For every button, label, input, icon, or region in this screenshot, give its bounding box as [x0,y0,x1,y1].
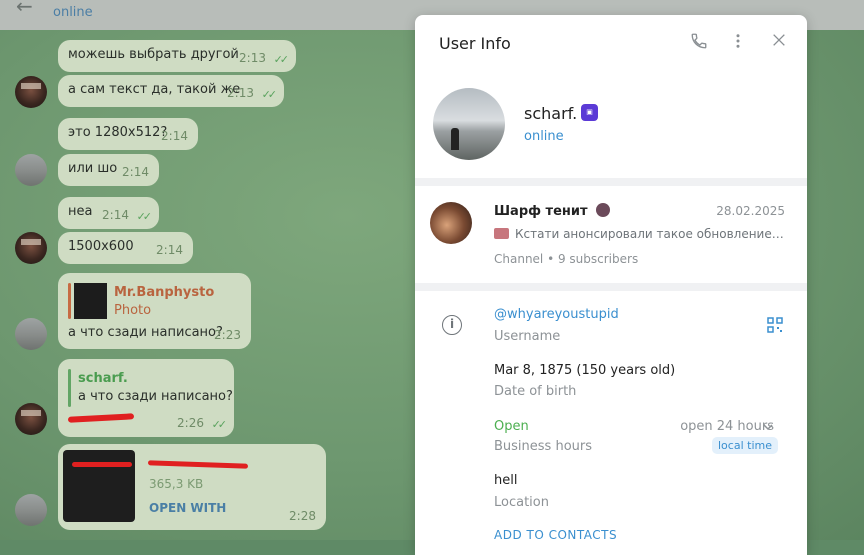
message-time: 2:26 [177,416,204,430]
reply-preview: а что сзади написано? [78,389,233,404]
info-icon: i [442,315,462,335]
chat-header-status: online [53,5,93,20]
read-check-icon: ✓✓ [273,53,290,66]
file-thumbnail[interactable] [63,450,135,522]
local-time-toggle[interactable]: local time [712,437,778,454]
dob-label: Date of birth [494,384,577,399]
avatar[interactable] [15,318,47,350]
channel-preview-text: Кстати анонсировали такое обновление, … [515,227,786,241]
section-divider [415,283,807,291]
redaction-mark [67,413,135,423]
message-bubble[interactable]: Mr.Banphysto Photo а что сзади написано?… [58,273,251,349]
message-bubble[interactable]: это 1280x512? 2:14 [58,118,198,150]
message-text: неа [68,204,93,219]
location-value: hell [494,473,518,488]
redaction-mark [147,460,249,469]
premium-badge-icon[interactable]: ▣ [581,104,598,121]
message-time: 2:14 [161,129,188,143]
read-check-icon: ✓✓ [261,88,278,101]
message-time: 2:14 [122,165,149,179]
qr-code-icon[interactable] [767,317,783,333]
location-label: Location [494,495,549,510]
reply-author: Mr.Banphysto [114,285,215,300]
preview-image-icon [494,228,509,239]
dob-value: Mar 8, 1875 (150 years old) [494,363,676,378]
file-size: 365,3 KB [149,477,204,491]
hours-dropdown-text: open 24 hours [680,419,774,434]
message-time: 2:14 [102,208,129,222]
phone-icon[interactable] [687,32,711,56]
profile-status: online [524,129,564,144]
username-value[interactable]: @whyareyoustupid [494,307,619,322]
profile-avatar[interactable] [433,88,505,160]
reply-photo-thumbnail [74,283,107,319]
message-time: 2:14 [156,243,183,257]
message-text: можешь выбрать другой [68,47,239,62]
message-bubble[interactable]: можешь выбрать другой 2:13 ✓✓ [58,40,296,72]
channel-emoji-icon [596,203,611,217]
reply-preview: Photo [114,303,152,318]
username-label: Username [494,329,561,344]
redaction-mark [72,462,132,467]
back-arrow-icon[interactable]: ← [16,0,33,18]
open-with-button[interactable]: OPEN WITH [149,501,226,515]
read-check-icon: ✓✓ [211,418,228,431]
panel-title: User Info [439,34,511,53]
message-text: это 1280x512? [68,125,168,140]
message-bubble[interactable]: scharf. а что сзади написано? 2:26 ✓✓ [58,359,234,437]
business-hours-value[interactable]: Open [494,419,529,434]
business-hours-label: Business hours [494,439,593,454]
message-bubble[interactable]: а сам текст да, такой же 2:13 ✓✓ [58,75,284,107]
channel-name: Шарф тенит [494,203,611,219]
more-icon[interactable] [726,32,750,56]
channel-preview: Кстати анонсировали такое обновление, … [494,227,786,241]
avatar[interactable] [15,154,47,186]
channel-name-text: Шарф тенит [494,204,588,219]
read-check-icon: ✓✓ [136,210,153,223]
message-text: или шо [68,161,118,176]
reply-author: scharf. [78,371,128,386]
message-bubble[interactable]: неа 2:14 ✓✓ [58,197,159,229]
close-icon[interactable] [767,32,791,56]
message-text: а сам текст да, такой же [68,82,241,97]
avatar[interactable] [15,232,47,264]
message-time: 2:23 [214,328,241,342]
channel-avatar[interactable] [430,202,472,244]
chevron-down-icon[interactable] [763,423,773,431]
message-time: 2:13 [227,86,254,100]
message-text: а что сзади написано? [68,325,223,340]
profile-name: scharf. [524,104,578,123]
avatar[interactable] [15,494,47,526]
avatar[interactable] [15,403,47,435]
hours-dropdown[interactable]: open 24 hours [680,419,774,434]
reply-bar [68,283,71,319]
message-bubble[interactable]: 1500x600 2:14 [58,232,193,264]
channel-meta: Channel • 9 subscribers [494,252,639,266]
reply-bar [68,369,71,407]
section-divider [415,178,807,186]
file-message-bubble[interactable]: 365,3 KB OPEN WITH 2:28 [58,444,326,530]
avatar[interactable] [15,76,47,108]
message-text: 1500x600 [68,239,134,254]
message-time: 2:28 [289,509,316,523]
channel-date: 28.02.2025 [716,204,785,218]
user-info-panel: User Info scharf. ▣ online Шарф тенит 28… [415,15,807,555]
message-bubble[interactable]: или шо 2:14 [58,154,159,186]
message-time: 2:13 [239,51,266,65]
